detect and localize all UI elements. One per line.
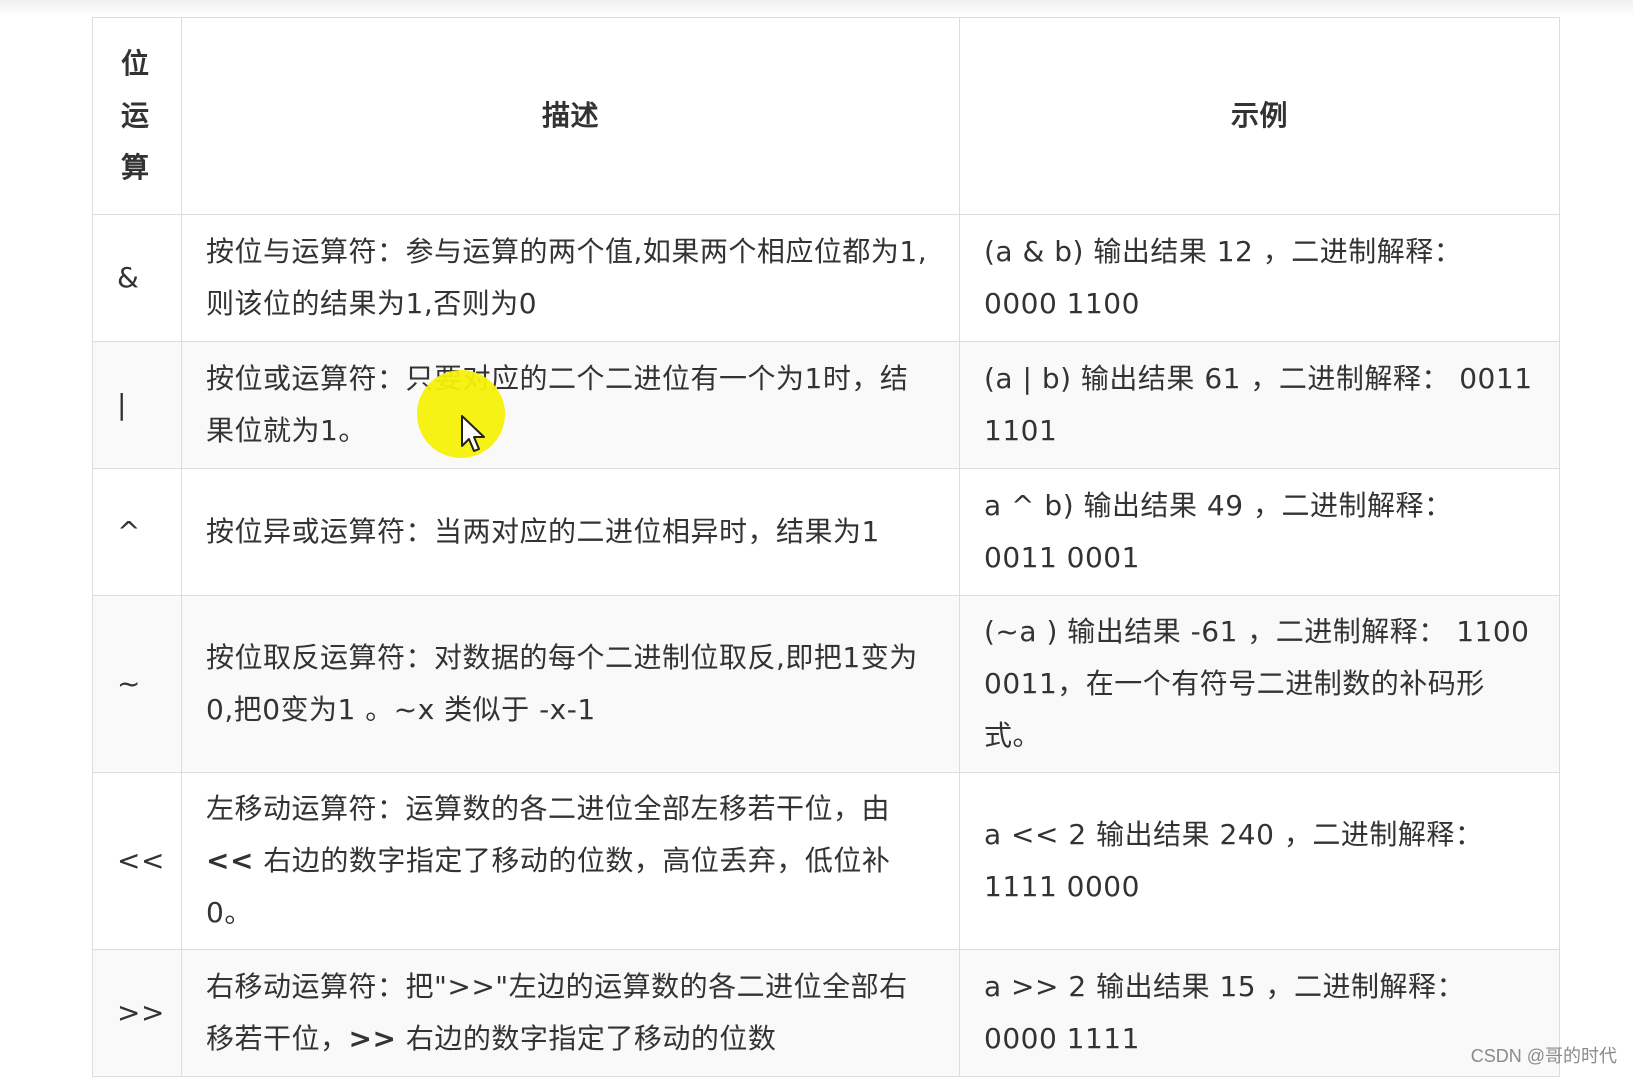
table-row: | 按位或运算符：只要对应的二个二进位有一个为1时，结果位就为1。 (a | b…	[92, 341, 1560, 469]
example-cell: (a & b) 输出结果 12 ，二进制解释： 0000 1100	[959, 214, 1560, 342]
table-row: & 按位与运算符：参与运算的两个值,如果两个相应位都为1,则该位的结果为1,否则…	[92, 214, 1560, 342]
example-cell: a ^ b) 输出结果 49 ，二进制解释： 0011 0001	[959, 468, 1560, 596]
top-shade	[0, 0, 1633, 18]
table-header-row: 位运算 描述 示例	[92, 17, 1560, 215]
description-operator-bold: <<	[206, 844, 254, 877]
description-cell: 按位取反运算符：对数据的每个二进制位取反,即把1变为0,把0变为1 。~x 类似…	[181, 595, 960, 773]
watermark: CSDN @哥的时代	[1470, 1046, 1617, 1066]
operator-cell: ^	[92, 468, 182, 596]
description-cell: 右移动运算符：把">>"左边的运算数的各二进位全部右移若干位，>> 右边的数字指…	[181, 949, 960, 1077]
example-cell: (a | b) 输出结果 61 ，二进制解释： 0011 1101	[959, 341, 1560, 469]
table-row: >> 右移动运算符：把">>"左边的运算数的各二进位全部右移若干位，>> 右边的…	[92, 949, 1560, 1077]
table-row: << 左移动运算符：运算数的各二进位全部左移若干位，由 << 右边的数字指定了移…	[92, 772, 1560, 950]
bitwise-operators-table: 位运算 描述 示例 & 按位与运算符：参与运算的两个值,如果两个相应位都为1,则…	[92, 17, 1560, 1077]
description-cell: 左移动运算符：运算数的各二进位全部左移若干位，由 << 右边的数字指定了移动的位…	[181, 772, 960, 950]
header-description: 描述	[181, 17, 960, 215]
description-text: 左移动运算符：运算数的各二进位全部左移若干位，由	[206, 792, 891, 825]
operator-cell: >>	[92, 949, 182, 1077]
operator-cell: <<	[92, 772, 182, 950]
operator-cell: ~	[92, 595, 182, 773]
page: 位运算 描述 示例 & 按位与运算符：参与运算的两个值,如果两个相应位都为1,则…	[0, 0, 1633, 1082]
description-text: 右边的数字指定了移动的位数	[396, 1022, 777, 1055]
operator-cell: &	[92, 214, 182, 342]
example-cell: (~a ) 输出结果 -61 ，二进制解释： 1100 0011，在一个有符号二…	[959, 595, 1560, 773]
header-operator: 位运算	[92, 17, 182, 215]
description-cell: 按位与运算符：参与运算的两个值,如果两个相应位都为1,则该位的结果为1,否则为0	[181, 214, 960, 342]
description-operator-bold: >>	[348, 1022, 397, 1055]
table-row: ~ 按位取反运算符：对数据的每个二进制位取反,即把1变为0,把0变为1 。~x …	[92, 595, 1560, 773]
operator-cell: |	[92, 341, 182, 469]
description-cell: 按位或运算符：只要对应的二个二进位有一个为1时，结果位就为1。	[181, 341, 960, 469]
header-example: 示例	[959, 17, 1560, 215]
example-cell: a << 2 输出结果 240 ，二进制解释： 1111 0000	[959, 772, 1560, 950]
table-row: ^ 按位异或运算符：当两对应的二进位相异时，结果为1 a ^ b) 输出结果 4…	[92, 468, 1560, 596]
mouse-pointer-icon	[461, 415, 485, 452]
example-cell: a >> 2 输出结果 15 ，二进制解释： 0000 1111	[959, 949, 1560, 1077]
description-text: 右边的数字指定了移动的位数，高位丢弃，低位补0。	[206, 844, 891, 929]
header-operator-label: 位运算	[121, 47, 150, 184]
description-cell: 按位异或运算符：当两对应的二进位相异时，结果为1	[181, 468, 960, 596]
